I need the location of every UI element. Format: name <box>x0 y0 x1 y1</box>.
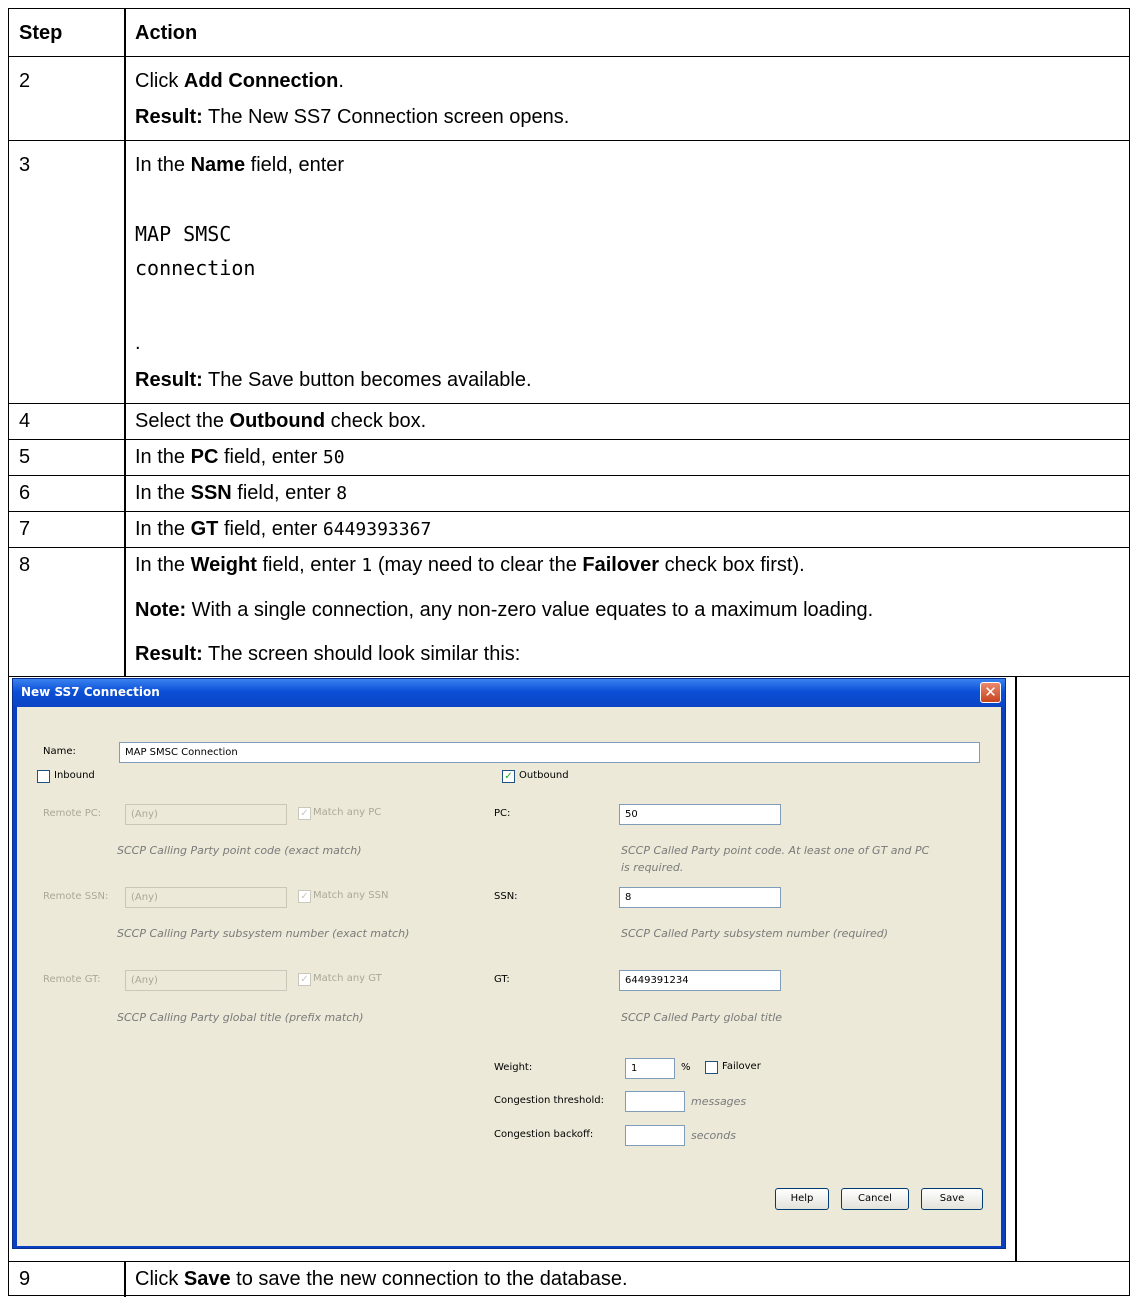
remote-gt-label: Remote GT: <box>43 974 101 985</box>
step-number: 6 <box>19 482 31 504</box>
congestion-backoff-field[interactable] <box>625 1125 685 1146</box>
step-number: 2 <box>19 70 31 92</box>
dialog-title: New SS7 Connection <box>21 685 160 699</box>
outbound-checkbox[interactable]: ✓ <box>502 770 515 783</box>
inbound-checkbox[interactable] <box>37 770 50 783</box>
failover-label: Failover <box>722 1061 761 1072</box>
action-text: In the PC field, enter 50 <box>135 446 345 468</box>
remote-ssn-label: Remote SSN: <box>43 891 109 902</box>
remote-pc-hint: SCCP Calling Party point code (exact mat… <box>117 844 362 857</box>
action-text: In the Name field, enter <box>135 154 345 176</box>
header-action: Action <box>135 22 198 44</box>
inbound-label: Inbound <box>54 770 95 781</box>
congestion-threshold-label: Congestion threshold: <box>494 1095 604 1106</box>
pc-hint-line2: is required. <box>621 861 684 874</box>
step-number: 3 <box>19 154 31 176</box>
pc-label: PC: <box>494 808 511 819</box>
step-number: 5 <box>19 446 31 468</box>
result-text: Result: The Save button becomes availabl… <box>135 369 532 391</box>
action-text: In the GT field, enter 6449393367 <box>135 518 432 540</box>
gt-field[interactable]: 6449391234 <box>619 970 781 991</box>
ssn-field[interactable]: 8 <box>619 887 781 908</box>
row-divider <box>9 403 1130 404</box>
action-text: Click Add Connection. <box>135 70 344 92</box>
remote-pc-field[interactable]: (Any) <box>125 804 287 825</box>
column-divider <box>1015 676 1017 1261</box>
weight-label: Weight: <box>494 1062 533 1073</box>
dialog-body: Name: MAP SMSC Connection Inbound ✓ Outb… <box>17 707 1001 1246</box>
header-step: Step <box>19 22 63 44</box>
new-ss7-connection-dialog: New SS7 Connection ✕ Name: MAP SMSC Conn… <box>12 678 1006 1249</box>
row-divider <box>9 511 1130 512</box>
save-button[interactable]: Save <box>921 1188 983 1210</box>
ssn-label: SSN: <box>494 891 518 902</box>
congestion-threshold-field[interactable] <box>625 1091 685 1112</box>
remote-ssn-field[interactable]: (Any) <box>125 887 287 908</box>
step-number: 7 <box>19 518 31 540</box>
code-line: connection <box>135 256 256 280</box>
action-text: Select the Outbound check box. <box>135 410 427 432</box>
match-any-ssn-checkbox[interactable]: ✓ <box>298 890 311 903</box>
weight-field[interactable]: 1 <box>625 1058 675 1079</box>
code-line: MAP SMSC <box>135 222 232 246</box>
failover-checkbox[interactable] <box>705 1061 718 1074</box>
row-divider <box>9 676 1130 677</box>
result-text: Result: The New SS7 Connection screen op… <box>135 106 570 128</box>
remote-gt-hint: SCCP Calling Party global title (prefix … <box>117 1011 364 1024</box>
action-text: In the Weight field, enter 1 (may need t… <box>135 554 805 576</box>
name-label: Name: <box>43 746 76 757</box>
row-divider <box>9 140 1130 141</box>
outbound-label: Outbound <box>519 770 569 781</box>
remote-ssn-hint: SCCP Calling Party subsystem number (exa… <box>117 927 410 940</box>
note-text: Note: With a single connection, any non-… <box>135 599 874 621</box>
punctuation: . <box>135 332 141 354</box>
name-field[interactable]: MAP SMSC Connection <box>119 742 980 763</box>
close-icon[interactable]: ✕ <box>980 682 1001 703</box>
messages-unit: messages <box>691 1095 747 1108</box>
step-number: 9 <box>19 1268 31 1290</box>
row-divider <box>9 439 1130 440</box>
result-text: Result: The screen should look similar t… <box>135 643 521 665</box>
remote-pc-label: Remote PC: <box>43 808 102 819</box>
help-button[interactable]: Help <box>775 1188 829 1210</box>
congestion-backoff-label: Congestion backoff: <box>494 1129 594 1140</box>
pc-field[interactable]: 50 <box>619 804 781 825</box>
cancel-button[interactable]: Cancel <box>841 1188 909 1210</box>
row-divider <box>9 1261 1130 1262</box>
seconds-unit: seconds <box>691 1129 736 1142</box>
dialog-titlebar: New SS7 Connection ✕ <box>13 679 1005 707</box>
match-any-pc-label: Match any PC <box>313 807 382 818</box>
step-number: 8 <box>19 554 31 576</box>
match-any-gt-label: Match any GT <box>313 973 382 984</box>
remote-gt-field[interactable]: (Any) <box>125 970 287 991</box>
pc-hint-line1: SCCP Called Party point code. At least o… <box>621 844 930 857</box>
gt-hint: SCCP Called Party global title <box>621 1011 783 1024</box>
row-divider <box>9 547 1130 548</box>
action-text: In the SSN field, enter 8 <box>135 482 348 504</box>
row-divider <box>9 475 1130 476</box>
match-any-pc-checkbox[interactable]: ✓ <box>298 807 311 820</box>
action-text: Click Save to save the new connection to… <box>135 1268 628 1290</box>
match-any-ssn-label: Match any SSN <box>313 890 389 901</box>
ssn-hint: SCCP Called Party subsystem number (requ… <box>621 927 889 940</box>
row-divider <box>9 56 1130 57</box>
match-any-gt-checkbox[interactable]: ✓ <box>298 973 311 986</box>
percent-label: % <box>681 1062 691 1073</box>
column-divider <box>124 1261 126 1297</box>
gt-label: GT: <box>494 974 510 985</box>
step-number: 4 <box>19 410 31 432</box>
column-divider <box>124 9 126 676</box>
